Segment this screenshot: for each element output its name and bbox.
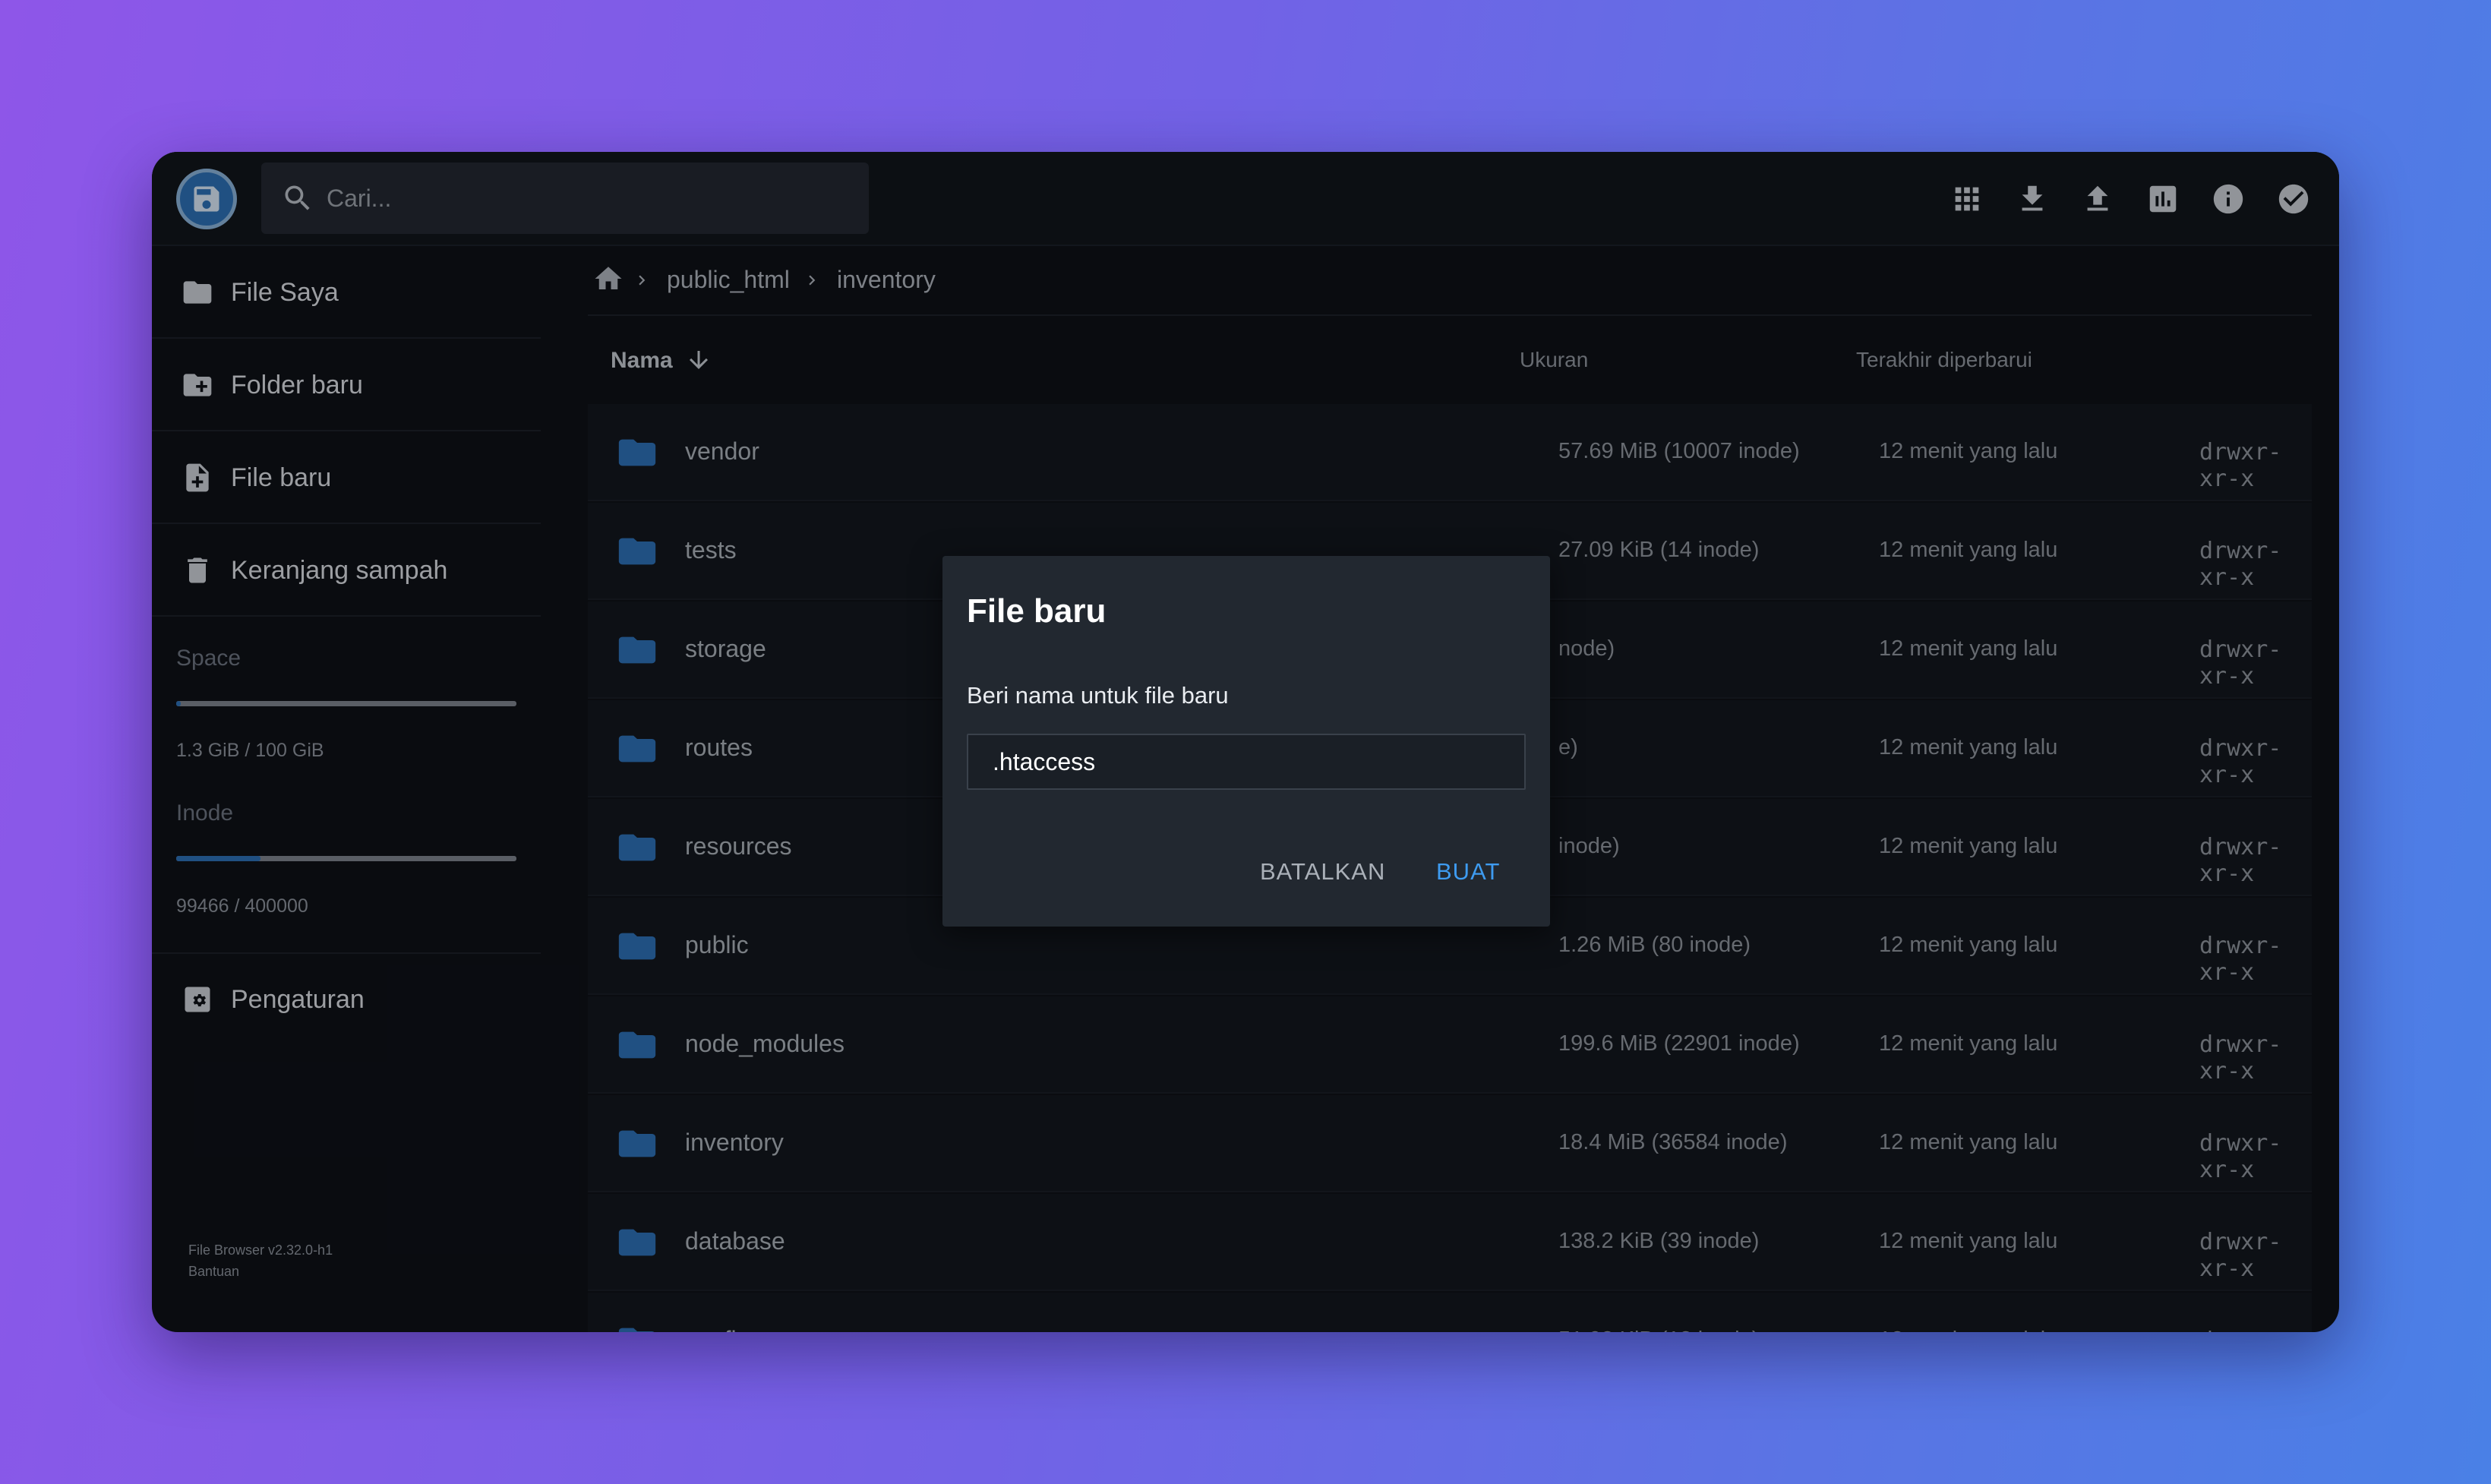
cancel-button[interactable]: BATALKAN: [1260, 849, 1385, 895]
dialog-title: File baru: [967, 592, 1107, 630]
filename-input[interactable]: [967, 734, 1526, 790]
new-file-dialog: File baru Beri nama untuk file baru BATA…: [942, 556, 1550, 927]
create-button[interactable]: BUAT: [1436, 849, 1500, 895]
file-browser-window: File Saya Folder baru File baru Keranjan…: [152, 152, 2339, 1332]
dialog-description: Beri nama untuk file baru: [967, 682, 1229, 709]
